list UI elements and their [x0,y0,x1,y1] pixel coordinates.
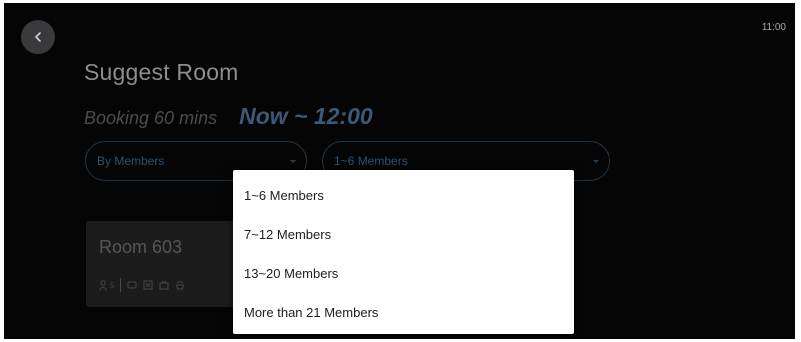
capacity-dropdown-value: 1~6 Members [334,154,408,168]
room-capacity-count: 5 [110,280,115,290]
capacity-option-7-12[interactable]: 7~12 Members [233,211,574,250]
capacity-options-menu: 1~6 Members 7~12 Members 13~20 Members M… [233,170,574,334]
sort-dropdown-value: By Members [97,154,165,168]
whiteboard-icon [143,280,153,290]
status-time: 11:00 [761,22,786,33]
room-amenities: 5 [99,278,185,292]
page-title: Suggest Room [84,59,239,85]
room-name: Room 603 [99,237,183,257]
capacity-option-21-plus[interactable]: More than 21 Members [233,289,574,328]
capacity-option-13-20[interactable]: 13~20 Members [233,250,574,289]
phone-icon [176,281,185,290]
back-button[interactable] [21,20,55,54]
chevron-down-icon [290,160,296,163]
amenity-divider [120,278,122,292]
app-screen: 11:00 Suggest Room Booking 60 mins Now ~… [4,3,795,339]
chevron-down-icon [593,160,599,163]
tv-icon [159,280,169,290]
room-capacity: 5 [99,279,115,291]
booking-time-range: Now ~ 12:00 [239,103,373,129]
person-icon [99,279,107,291]
chevron-left-icon [35,32,41,42]
booking-summary: Booking 60 mins Now ~ 12:00 [84,103,373,130]
booking-duration: Booking 60 mins [84,108,218,128]
screen-icon [127,281,137,289]
capacity-option-1-6[interactable]: 1~6 Members [233,172,574,211]
